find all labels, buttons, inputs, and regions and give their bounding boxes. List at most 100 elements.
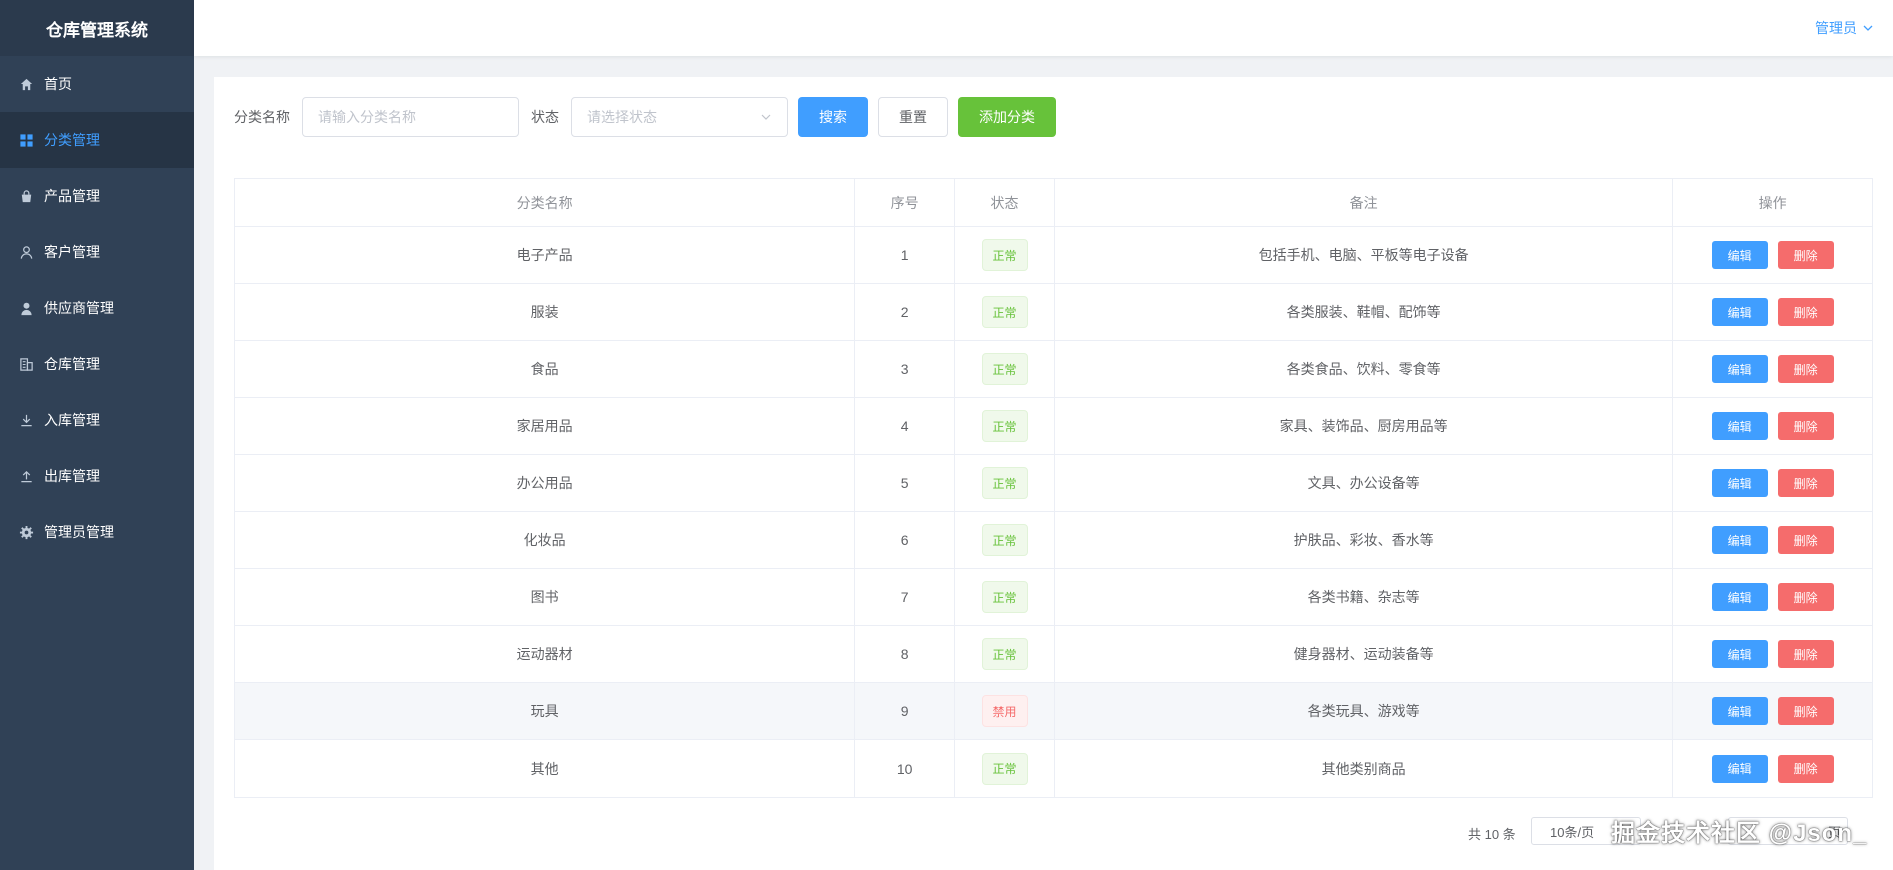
user-dropdown[interactable]: 管理员 [1815, 18, 1873, 38]
index-cell: 6 [855, 512, 956, 568]
category-name-cell: 运动器材 [235, 626, 856, 682]
chevron-down-icon [761, 114, 771, 120]
delete-button[interactable]: 删除 [1777, 754, 1834, 783]
status-badge: 正常 [981, 524, 1028, 556]
remark-cell: 文具、办公设备等 [1055, 455, 1674, 511]
edit-button[interactable]: 编辑 [1711, 697, 1768, 725]
status-cell: 正常 [955, 284, 1055, 340]
sidebar-item-label: 产品管理 [44, 188, 100, 204]
status-badge: 正常 [981, 638, 1028, 670]
edit-button[interactable]: 编辑 [1711, 754, 1768, 783]
edit-button[interactable]: 编辑 [1711, 412, 1768, 440]
category-name-cell: 玩具 [235, 683, 856, 739]
home-icon [18, 76, 34, 92]
delete-button[interactable]: 删除 [1777, 298, 1834, 326]
category-name-cell: 图书 [235, 569, 856, 625]
delete-button[interactable]: 删除 [1777, 583, 1834, 611]
sidebar-item-label: 首页 [44, 76, 72, 92]
table-row: 玩具 9 禁用 各类玩具、游戏等 编辑 删除 [235, 683, 1872, 740]
status-cell: 正常 [955, 398, 1055, 454]
status-badge: 正常 [981, 467, 1028, 499]
table-row: 办公用品 5 正常 文具、办公设备等 编辑 删除 [235, 455, 1872, 512]
sidebar-item[interactable]: 供应商管理 [0, 280, 194, 336]
sidebar-item[interactable]: 出库管理 [0, 448, 194, 504]
actions-cell: 编辑 删除 [1673, 284, 1872, 340]
status-cell: 正常 [955, 227, 1055, 283]
table-row: 家居用品 4 正常 家具、装饰品、厨房用品等 编辑 删除 [235, 398, 1872, 455]
sidebar-item-label: 供应商管理 [44, 300, 114, 316]
status-label: 状态 [531, 109, 559, 125]
actions-cell: 编辑 删除 [1673, 341, 1872, 397]
watermark: 掘金技术社区 @Json_ [1611, 820, 1868, 847]
sidebar-item[interactable]: 分类管理 [0, 112, 194, 168]
remark-cell: 其他类别商品 [1055, 740, 1674, 797]
sidebar-item[interactable]: 产品管理 [0, 168, 194, 224]
sidebar-item-label: 入库管理 [44, 412, 100, 428]
category-name-cell: 食品 [235, 341, 856, 397]
reset-button[interactable]: 重置 [878, 97, 948, 137]
remark-cell: 包括手机、电脑、平板等电子设备 [1055, 227, 1674, 283]
category-name-label: 分类名称 [234, 109, 290, 125]
edit-button[interactable]: 编辑 [1711, 526, 1768, 554]
edit-button[interactable]: 编辑 [1711, 241, 1768, 269]
category-name-placeholder: 请输入分类名称 [318, 109, 416, 125]
index-cell: 9 [855, 683, 956, 739]
table-row: 电子产品 1 正常 包括手机、电脑、平板等电子设备 编辑 删除 [235, 227, 1872, 284]
table-row: 图书 7 正常 各类书籍、杂志等 编辑 删除 [235, 569, 1872, 626]
sidebar-item[interactable]: 入库管理 [0, 392, 194, 448]
sidebar-item[interactable]: 管理员管理 [0, 504, 194, 560]
column-header[interactable]: 状态 [955, 179, 1055, 226]
remark-cell: 各类书籍、杂志等 [1055, 569, 1674, 625]
category-name-cell: 化妆品 [235, 512, 856, 568]
remark-cell: 护肤品、彩妆、香水等 [1055, 512, 1674, 568]
column-header[interactable]: 分类名称 [235, 179, 856, 226]
delete-button[interactable]: 删除 [1777, 355, 1834, 383]
status-cell: 禁用 [955, 683, 1055, 739]
table-row: 食品 3 正常 各类食品、饮料、零食等 编辑 删除 [235, 341, 1872, 398]
index-cell: 7 [855, 569, 956, 625]
status-badge: 正常 [981, 239, 1028, 271]
search-button[interactable]: 搜索 [798, 97, 868, 137]
edit-button[interactable]: 编辑 [1711, 583, 1768, 611]
sidebar: 仓库管理系统 首页 分类管理 产品管理 客户管理 供应商管理 仓库管理 入库管理 出库管理 管理… [0, 0, 194, 870]
sidebar-item-label: 客户管理 [44, 244, 100, 260]
category-name-input[interactable]: 请输入分类名称 [302, 97, 519, 137]
gear-icon [18, 524, 34, 540]
delete-button[interactable]: 删除 [1777, 412, 1834, 440]
table-row: 服装 2 正常 各类服装、鞋帽、配饰等 编辑 删除 [235, 284, 1872, 341]
column-header[interactable]: 备注 [1055, 179, 1674, 226]
index-cell: 1 [855, 227, 956, 283]
status-select[interactable]: 请选择状态 [571, 97, 788, 137]
actions-cell: 编辑 删除 [1673, 455, 1872, 511]
actions-cell: 编辑 删除 [1673, 398, 1872, 454]
delete-button[interactable]: 删除 [1777, 469, 1834, 497]
pagination: 共 10 条 10条/页 页 掘金技术社区 @Json_ [214, 817, 1893, 847]
table-row: 其他 10 正常 其他类别商品 编辑 删除 [235, 740, 1872, 797]
sidebar-menu: 首页分类管理产品管理客户管理供应商管理仓库管理入库管理出库管理管理员管理 [0, 56, 194, 560]
edit-button[interactable]: 编辑 [1711, 355, 1768, 383]
edit-button[interactable]: 编辑 [1711, 469, 1768, 497]
edit-button[interactable]: 编辑 [1711, 298, 1768, 326]
column-header[interactable]: 操作 [1673, 179, 1872, 226]
actions-cell: 编辑 删除 [1673, 227, 1872, 283]
category-name-cell: 办公用品 [235, 455, 856, 511]
column-header[interactable]: 序号 [855, 179, 956, 226]
edit-button[interactable]: 编辑 [1711, 640, 1768, 668]
actions-cell: 编辑 删除 [1673, 740, 1872, 797]
sidebar-item-label: 出库管理 [44, 468, 100, 484]
delete-button[interactable]: 删除 [1777, 241, 1834, 269]
add-category-button[interactable]: 添加分类 [958, 97, 1056, 137]
delete-button[interactable]: 删除 [1777, 697, 1834, 725]
delete-button[interactable]: 删除 [1777, 526, 1834, 554]
category-name-cell: 家居用品 [235, 398, 856, 454]
delete-button[interactable]: 删除 [1777, 640, 1834, 668]
sidebar-item[interactable]: 首页 [0, 56, 194, 112]
category-name-cell: 服装 [235, 284, 856, 340]
sidebar-item[interactable]: 客户管理 [0, 224, 194, 280]
sidebar-item[interactable]: 仓库管理 [0, 336, 194, 392]
remark-cell: 各类玩具、游戏等 [1055, 683, 1674, 739]
category-table: 分类名称 序号 状态 备注 操作 电子产品 1 正常 包括手机、电脑、平板等电子设备编… [234, 178, 1873, 798]
grid-icon [18, 132, 34, 148]
status-cell: 正常 [955, 341, 1055, 397]
status-cell: 正常 [955, 626, 1055, 682]
